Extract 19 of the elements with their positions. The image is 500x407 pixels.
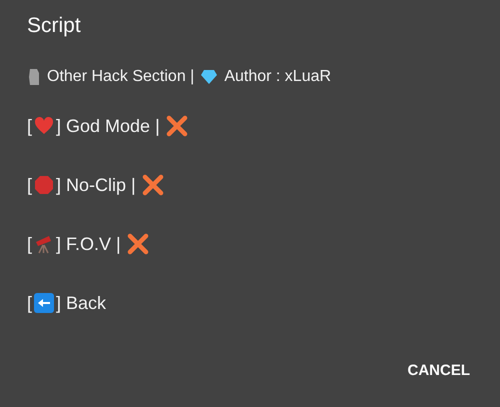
statue-icon [27, 68, 41, 86]
cross-icon [142, 174, 164, 196]
header-text: Other Hack Section | [47, 67, 194, 87]
bracket-text[interactable]: [ [27, 174, 32, 196]
heart-icon [34, 117, 54, 135]
menu-item-label[interactable]: ] No-Clip | [56, 174, 136, 196]
bracket-text[interactable]: [ [27, 292, 32, 314]
menu-item-label[interactable]: ] Back [56, 292, 106, 314]
cross-icon [126, 233, 149, 255]
cancel-button[interactable]: CANCEL [406, 356, 472, 385]
dialog-title: Script [27, 13, 82, 39]
diamond-icon [200, 69, 218, 85]
bracket-text[interactable]: [ [27, 233, 32, 255]
header-text: Author : xLuaR [224, 67, 332, 87]
stop-sign-icon [34, 175, 54, 195]
menu-item-label[interactable]: ] God Mode | [56, 115, 160, 137]
bracket-text[interactable]: [ [27, 115, 32, 137]
menu-item-label[interactable]: ] F.O.V | [56, 233, 121, 255]
cross-icon [166, 115, 188, 137]
